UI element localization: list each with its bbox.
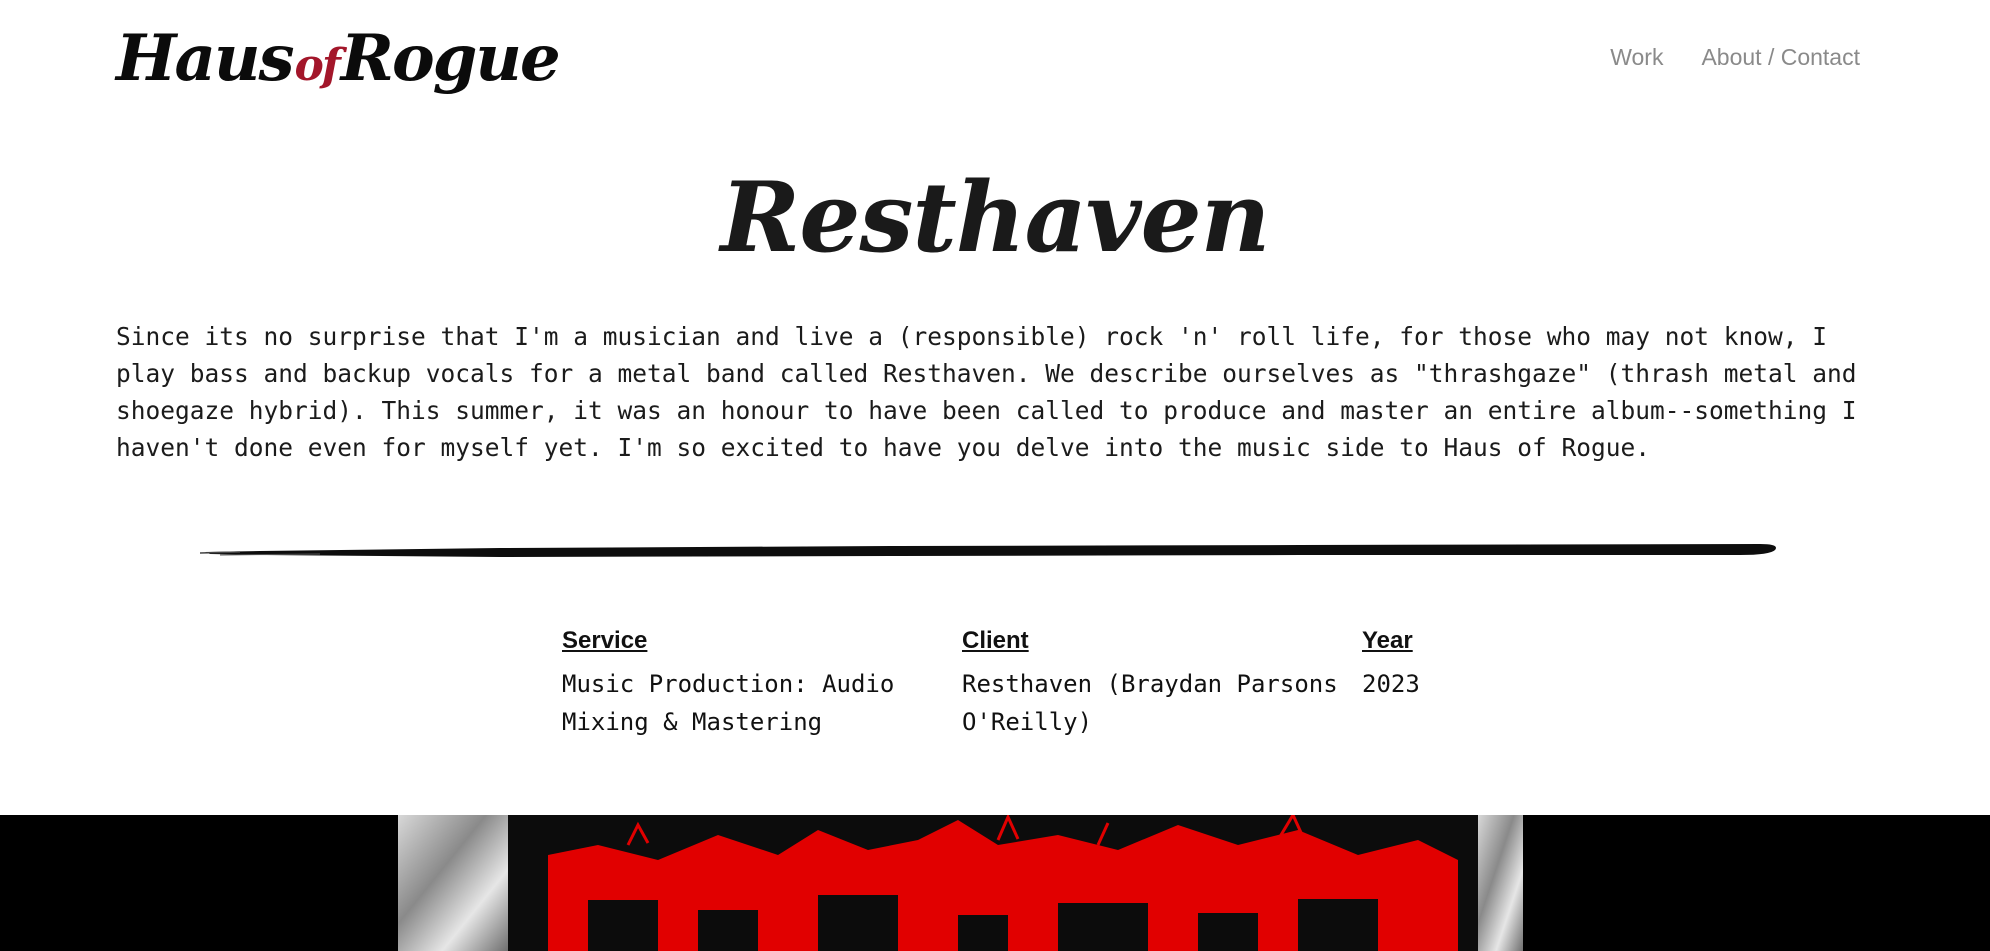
meta-service: Service Music Production: Audio Mixing &… xyxy=(562,627,922,741)
project-meta: Service Music Production: Audio Mixing &… xyxy=(562,627,1462,747)
logo-text-haus: Haus xyxy=(116,21,294,96)
meta-year: Year 2023 xyxy=(1362,627,1482,703)
brush-divider xyxy=(200,544,1776,557)
project-intro: Since its no surprise that I'm a musicia… xyxy=(116,322,1857,462)
nav-link-about-contact[interactable]: About / Contact xyxy=(1701,44,1860,71)
album-banner xyxy=(0,815,1990,951)
year-value: 2023 xyxy=(1362,670,1420,698)
nav-link-work[interactable]: Work xyxy=(1610,44,1663,71)
page-title: Resthaven xyxy=(720,161,1271,274)
logo-text-of: of xyxy=(294,40,341,91)
album-cover-image xyxy=(398,815,1523,951)
client-label: Client xyxy=(962,627,1029,654)
client-value: Resthaven (Braydan Parsons O'Reilly) xyxy=(962,670,1338,736)
year-label: Year xyxy=(1362,627,1413,654)
service-label: Service xyxy=(562,627,648,654)
logo-text-rogue: Rogue xyxy=(340,21,561,96)
site-logo[interactable]: HausofRogue xyxy=(116,14,561,104)
main-nav: Work About / Contact xyxy=(1610,44,1860,71)
service-value: Music Production: Audio Mixing & Masteri… xyxy=(562,670,895,736)
meta-client: Client Resthaven (Braydan Parsons O'Reil… xyxy=(962,627,1362,741)
